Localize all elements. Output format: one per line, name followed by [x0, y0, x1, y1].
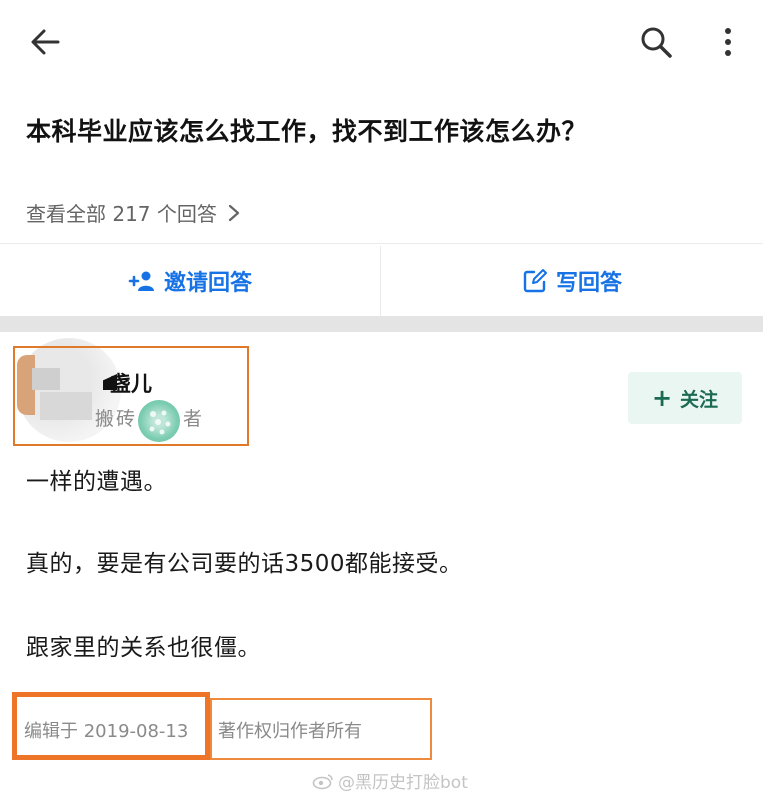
question-title: 本科毕业应该怎么找工作，找不到工作该怎么办？	[26, 117, 588, 146]
answer-paragraph: 真的，要是有公司要的话3500都能接受。	[26, 551, 463, 577]
section-separator	[0, 316, 763, 332]
divider	[0, 243, 763, 244]
weibo-icon	[312, 773, 333, 789]
invite-answer-button[interactable]: 邀请回答	[0, 246, 380, 316]
date-highlight-box	[12, 692, 210, 760]
back-arrow-icon[interactable]	[28, 26, 64, 58]
answer-paragraph: 一样的遭遇。	[26, 469, 167, 495]
watermark-text: @黑历史打脸bot	[338, 773, 468, 793]
chevron-right-icon	[228, 204, 239, 221]
more-vertical-icon[interactable]	[716, 24, 740, 60]
follow-button[interactable]: + 关注	[628, 372, 742, 424]
watermark: @黑历史打脸bot	[312, 768, 468, 793]
copyright-highlight-box	[210, 698, 432, 760]
invite-person-icon	[128, 271, 154, 291]
write-label: 写回答	[555, 271, 622, 296]
edit-icon	[523, 269, 547, 293]
search-icon[interactable]	[638, 24, 674, 60]
plus-icon: +	[651, 384, 673, 412]
write-answer-button[interactable]: 写回答	[381, 246, 763, 316]
view-all-label: 查看全部 217 个回答	[26, 202, 217, 226]
answer-paragraph: 跟家里的关系也很僵。	[26, 635, 261, 661]
invite-label: 邀请回答	[163, 271, 252, 296]
author-highlight-box	[13, 346, 249, 446]
view-all-answers-link[interactable]: 查看全部 217 个回答	[26, 198, 241, 227]
follow-label: 关注	[680, 388, 719, 411]
